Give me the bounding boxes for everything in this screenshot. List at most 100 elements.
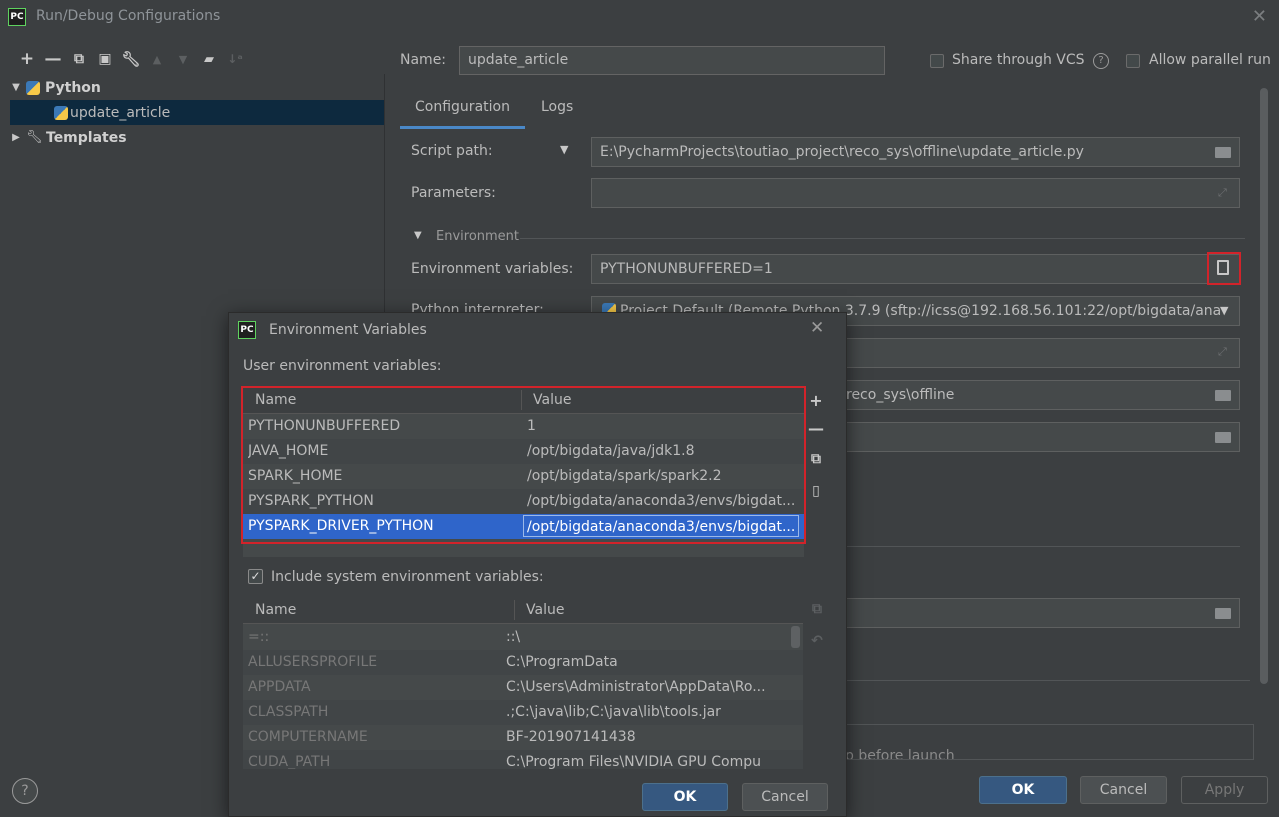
env-vars-label: Environment variables: <box>411 261 574 277</box>
move-up-icon[interactable]: ▲ <box>144 46 170 72</box>
python-icon <box>54 105 68 120</box>
name-input[interactable]: update_article <box>459 46 885 75</box>
var-name: COMPUTERNAME <box>248 729 368 745</box>
python-icon <box>26 80 40 95</box>
environment-variables-dialog: PC Environment Variables ✕ User environm… <box>228 312 847 817</box>
config-toolbar: + — ⧉ ▣ 🔧︎ ▲ ▼ ▰ ↓ᵃ <box>14 46 248 72</box>
allow-parallel-label: Allow parallel run <box>1149 52 1271 68</box>
parameters-field[interactable] <box>591 178 1240 208</box>
script-path-label: Script path: <box>411 143 493 159</box>
include-system-label: Include system environment variables: <box>271 569 544 585</box>
script-path-field[interactable]: E:\PycharmProjects\toutiao_project\reco_… <box>591 137 1240 167</box>
env-vars-edit-button[interactable] <box>1207 252 1241 285</box>
undo-icon[interactable]: ↶ <box>807 633 827 649</box>
table-row[interactable]: COMPUTERNAME BF-201907141438 <box>243 725 803 750</box>
remove-icon[interactable]: — <box>40 46 66 72</box>
tree-item-python[interactable]: ▼ Python <box>10 75 384 100</box>
var-value: .;C:\java\lib;C:\java\lib\tools.jar <box>506 704 721 720</box>
window-close-icon[interactable]: ✕ <box>1252 6 1267 27</box>
before-launch-label: p before launch <box>845 748 955 760</box>
table-header: Name Value <box>243 597 803 624</box>
var-name: =:: <box>248 629 270 645</box>
before-launch-panel: p before launch <box>840 724 1254 760</box>
include-system-checkbox[interactable]: ✓ <box>248 569 263 584</box>
tree-item-label: Python <box>45 79 101 96</box>
script-type-dropdown-icon[interactable]: ▼ <box>560 143 568 156</box>
allow-parallel-checkbox[interactable] <box>1126 54 1140 68</box>
highlight-box <box>241 386 806 544</box>
chevron-down-icon[interactable]: ▼ <box>1220 304 1228 317</box>
user-vars-label: User environment variables: <box>243 358 442 374</box>
env-vars-field[interactable]: PYTHONUNBUFFERED=1 <box>591 254 1240 284</box>
add-icon[interactable]: + <box>14 46 40 72</box>
folder-icon[interactable] <box>1215 390 1231 401</box>
var-name: APPDATA <box>248 679 311 695</box>
var-name: CLASSPATH <box>248 704 329 720</box>
tree-item-update-article[interactable]: update_article <box>10 100 384 125</box>
sort-icon[interactable]: ↓ᵃ <box>222 46 248 72</box>
dialog-ok-button[interactable]: OK <box>642 783 728 811</box>
var-name: CUDA_PATH <box>248 754 331 769</box>
script-path-value: E:\PycharmProjects\toutiao_project\reco_… <box>600 144 1084 160</box>
var-name: ALLUSERSPROFILE <box>248 654 378 670</box>
value-column-header[interactable]: Value <box>526 597 564 623</box>
tab-configuration[interactable]: Configuration <box>400 90 525 129</box>
environment-expand-icon[interactable]: ▼ <box>414 230 422 241</box>
parameters-label: Parameters: <box>411 185 496 201</box>
paste-icon[interactable]: ▯ <box>806 483 826 499</box>
dialog-cancel-button[interactable]: Cancel <box>742 783 828 811</box>
wrench-icon: 🔧︎ <box>26 130 43 145</box>
main-scrollbar[interactable] <box>1260 88 1268 684</box>
tree-item-label: Templates <box>46 129 127 146</box>
folder-icon[interactable] <box>1215 432 1231 443</box>
var-value: C:\Users\Administrator\AppData\Ro... <box>506 679 766 695</box>
pycharm-logo-icon: PC <box>238 321 256 339</box>
collapse-arrow-icon[interactable]: ▶ <box>10 132 22 143</box>
apply-button[interactable]: Apply <box>1181 776 1268 804</box>
help-button[interactable]: ? <box>12 778 38 804</box>
dialog-close-icon[interactable]: ✕ <box>810 318 824 338</box>
var-value: C:\ProgramData <box>506 654 618 670</box>
save-icon[interactable]: ▣ <box>92 46 118 72</box>
copy-icon[interactable]: ⧉ <box>806 451 826 467</box>
folder-add-icon[interactable]: ▰ <box>196 46 222 72</box>
move-down-icon[interactable]: ▼ <box>170 46 196 72</box>
expand-arrow-icon[interactable]: ▼ <box>10 82 22 93</box>
add-icon[interactable]: + <box>806 391 826 410</box>
column-divider <box>514 600 515 620</box>
expand-icon[interactable]: ⤢ <box>1218 345 1227 359</box>
var-value: BF-201907141438 <box>506 729 636 745</box>
title-bar: PC Run/Debug Configurations ✕ <box>0 0 1279 34</box>
var-value: ::\ <box>506 629 521 645</box>
folder-icon[interactable] <box>1215 608 1231 619</box>
share-vcs-checkbox[interactable] <box>930 54 944 68</box>
copy-icon[interactable]: ⧉ <box>807 601 827 617</box>
table-row[interactable]: CUDA_PATH C:\Program Files\NVIDIA GPU Co… <box>243 750 803 769</box>
name-column-header[interactable]: Name <box>255 597 296 623</box>
window-title: Run/Debug Configurations <box>36 8 221 24</box>
wrench-icon[interactable]: 🔧︎ <box>118 46 144 72</box>
var-value: C:\Program Files\NVIDIA GPU Compu <box>506 754 762 769</box>
working-dir-value: reco_sys\offline <box>846 387 955 403</box>
table-row[interactable]: CLASSPATH .;C:\java\lib;C:\java\lib\tool… <box>243 700 803 725</box>
ok-button[interactable]: OK <box>979 776 1067 804</box>
table-row[interactable]: ALLUSERSPROFILE C:\ProgramData <box>243 650 803 675</box>
remove-icon[interactable]: — <box>806 419 826 438</box>
copy-icon[interactable]: ⧉ <box>66 46 92 72</box>
name-label: Name: <box>400 52 447 68</box>
cancel-button[interactable]: Cancel <box>1080 776 1167 804</box>
pycharm-logo-icon: PC <box>8 8 26 26</box>
help-icon[interactable]: ? <box>1093 53 1109 69</box>
expand-icon[interactable]: ⤢ <box>1218 186 1227 200</box>
share-vcs-label: Share through VCS <box>952 52 1085 68</box>
table-scrollbar[interactable] <box>791 626 800 648</box>
tree-item-templates[interactable]: ▶ 🔧︎ Templates <box>10 125 384 150</box>
tab-logs[interactable]: Logs <box>541 90 573 126</box>
dialog-title: Environment Variables <box>269 322 427 338</box>
table-row[interactable]: APPDATA C:\Users\Administrator\AppData\R… <box>243 675 803 700</box>
table-row[interactable]: =:: ::\ <box>243 625 803 650</box>
section-divider <box>520 238 1245 239</box>
system-vars-table[interactable]: Name Value =:: ::\ ALLUSERSPROFILE C:\Pr… <box>243 597 803 769</box>
environment-section-label: Environment <box>436 229 520 244</box>
folder-icon[interactable] <box>1215 147 1231 158</box>
